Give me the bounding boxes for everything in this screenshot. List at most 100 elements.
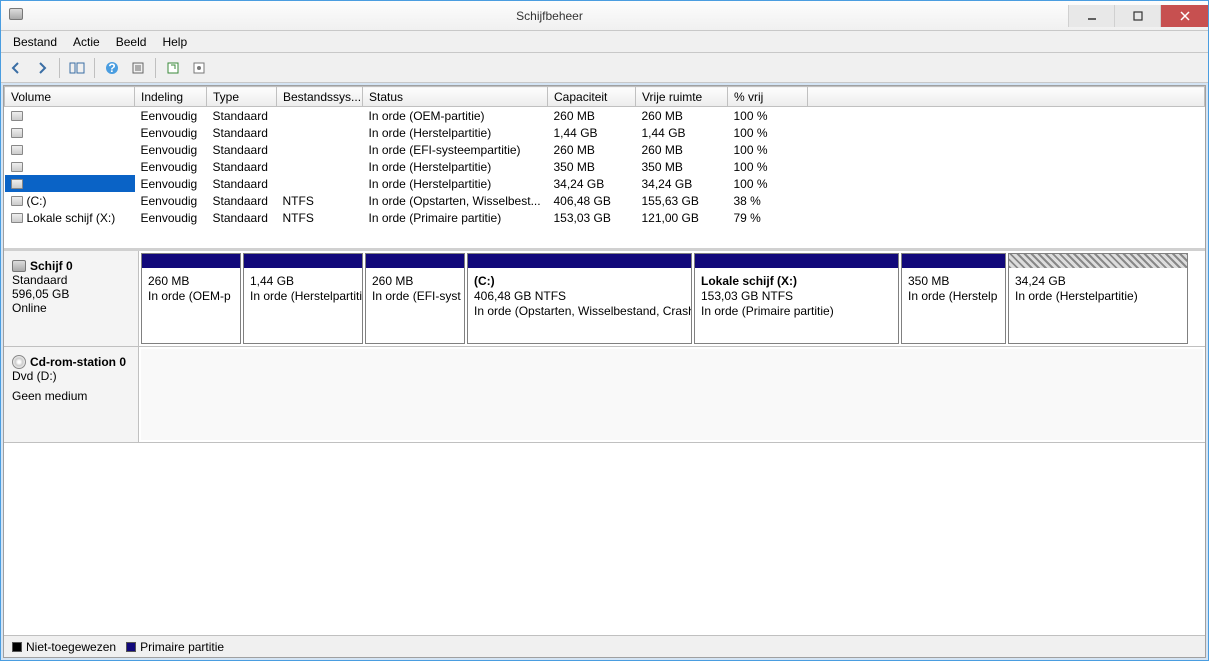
col-pct[interactable]: % vrij <box>728 87 808 107</box>
col-type[interactable]: Type <box>207 87 277 107</box>
volume-row[interactable]: EenvoudigStandaardIn orde (Herstelpartit… <box>5 175 1205 192</box>
app-icon <box>1 8 31 23</box>
partition-body: 1,44 GBIn orde (Herstelpartiti <box>244 268 362 306</box>
legend-unalloc-label: Niet-toegewezen <box>26 640 116 654</box>
partition-status: In orde (OEM-p <box>148 289 234 304</box>
cell-fs <box>277 141 363 158</box>
cell-pct: 38 % <box>728 192 808 209</box>
partition-size: 406,48 GB NTFS <box>474 289 685 304</box>
cell-layout: Eenvoudig <box>135 158 207 175</box>
close-button[interactable] <box>1160 5 1208 27</box>
cdrom-partitions <box>139 347 1205 442</box>
cell-free: 260 MB <box>636 141 728 158</box>
partition-status: In orde (Primaire partitie) <box>701 304 892 319</box>
cdrom-state: Geen medium <box>12 389 130 403</box>
toolbar-sep <box>94 58 95 78</box>
cell-fs <box>277 175 363 192</box>
partition[interactable]: Lokale schijf (X:)153,03 GB NTFSIn orde … <box>694 253 899 344</box>
settings-button[interactable] <box>188 57 210 79</box>
col-capacity[interactable]: Capaciteit <box>548 87 636 107</box>
toolbar-sep <box>59 58 60 78</box>
legend: Niet-toegewezen Primaire partitie <box>4 635 1205 657</box>
volume-row[interactable]: EenvoudigStandaardIn orde (Herstelpartit… <box>5 158 1205 175</box>
volume-row[interactable]: EenvoudigStandaardIn orde (EFI-systeempa… <box>5 141 1205 158</box>
cell-type: Standaard <box>207 192 277 209</box>
menu-action[interactable]: Actie <box>65 33 108 51</box>
cell-type: Standaard <box>207 209 277 226</box>
drive-icon <box>11 162 23 172</box>
disk-size: 596,05 GB <box>12 287 130 301</box>
legend-primary-label: Primaire partitie <box>140 640 224 654</box>
cell-status: In orde (Herstelpartitie) <box>363 158 548 175</box>
cell-free: 350 MB <box>636 158 728 175</box>
cell-free: 260 MB <box>636 107 728 125</box>
volume-row[interactable]: (C:)EenvoudigStandaardNTFSIn orde (Opsta… <box>5 192 1205 209</box>
cell-status: In orde (EFI-systeempartitie) <box>363 141 548 158</box>
partition[interactable]: 350 MBIn orde (Herstelp <box>901 253 1006 344</box>
cell-free: 34,24 GB <box>636 175 728 192</box>
drive-icon <box>11 213 23 223</box>
show-hide-console-button[interactable] <box>66 57 88 79</box>
cell-layout: Eenvoudig <box>135 107 207 125</box>
partition-body: 260 MBIn orde (EFI-syst <box>366 268 464 306</box>
cdrom-icon <box>12 355 26 369</box>
partition[interactable]: 34,24 GBIn orde (Herstelpartitie) <box>1008 253 1188 344</box>
graphical-pane[interactable]: Schijf 0 Standaard 596,05 GB Online 260 … <box>4 251 1205 635</box>
col-spacer <box>808 87 1205 107</box>
properties-button[interactable] <box>127 57 149 79</box>
cell-fs <box>277 158 363 175</box>
cell-pct: 100 % <box>728 141 808 158</box>
col-status[interactable]: Status <box>363 87 548 107</box>
minimize-button[interactable] <box>1068 5 1114 27</box>
partition-name: Lokale schijf (X:) <box>701 274 892 289</box>
volume-list-pane[interactable]: Volume Indeling Type Bestandssys... Stat… <box>4 86 1205 251</box>
volume-row[interactable]: EenvoudigStandaard In orde (OEM-partitie)… <box>5 107 1205 125</box>
cell-status: In orde (Herstelpartitie) <box>363 175 548 192</box>
volume-name-cell: Lokale schijf (X:) <box>5 209 135 226</box>
partition-body: Lokale schijf (X:)153,03 GB NTFSIn orde … <box>695 268 898 321</box>
cdrom-name: Cd-rom-station 0 <box>30 355 126 369</box>
disk-partitions: 260 MBIn orde (OEM-p1,44 GBIn orde (Hers… <box>139 251 1205 346</box>
menubar: Bestand Actie Beeld Help <box>1 31 1208 53</box>
titlebar: Schijfbeheer <box>1 1 1208 31</box>
cell-layout: Eenvoudig <box>135 209 207 226</box>
cell-type: Standaard <box>207 107 277 125</box>
col-layout[interactable]: Indeling <box>135 87 207 107</box>
cell-layout: Eenvoudig <box>135 175 207 192</box>
drive-icon <box>11 145 23 155</box>
partition-body: 260 MBIn orde (OEM-p <box>142 268 240 306</box>
forward-button[interactable] <box>31 57 53 79</box>
cell-status: In orde (OEM-partitie) <box>363 107 548 125</box>
partition[interactable]: 1,44 GBIn orde (Herstelpartiti <box>243 253 363 344</box>
menu-file[interactable]: Bestand <box>5 33 65 51</box>
partition[interactable]: 260 MBIn orde (EFI-syst <box>365 253 465 344</box>
cell-type: Standaard <box>207 124 277 141</box>
col-fs[interactable]: Bestandssys... <box>277 87 363 107</box>
volume-row[interactable]: EenvoudigStandaardIn orde (Herstelpartit… <box>5 124 1205 141</box>
volume-row[interactable]: Lokale schijf (X:)EenvoudigStandaardNTFS… <box>5 209 1205 226</box>
disk-label[interactable]: Schijf 0 Standaard 596,05 GB Online <box>4 251 139 346</box>
cell-layout: Eenvoudig <box>135 192 207 209</box>
refresh-button[interactable] <box>162 57 184 79</box>
menu-view[interactable]: Beeld <box>108 33 155 51</box>
disk-type: Standaard <box>12 273 130 287</box>
volume-name-cell <box>5 107 135 124</box>
cdrom-label[interactable]: Cd-rom-station 0 Dvd (D:) Geen medium <box>4 347 139 442</box>
partition-status: In orde (EFI-syst <box>372 289 458 304</box>
col-volume[interactable]: Volume <box>5 87 135 107</box>
col-free[interactable]: Vrije ruimte <box>636 87 728 107</box>
back-button[interactable] <box>5 57 27 79</box>
maximize-button[interactable] <box>1114 5 1160 27</box>
menu-help[interactable]: Help <box>154 33 195 51</box>
cell-status: In orde (Primaire partitie) <box>363 209 548 226</box>
partition[interactable]: (C:)406,48 GB NTFSIn orde (Opstarten, Wi… <box>467 253 692 344</box>
partition[interactable]: 260 MBIn orde (OEM-p <box>141 253 241 344</box>
cell-fs <box>277 107 363 125</box>
partition-header <box>695 254 898 268</box>
help-button[interactable]: ? <box>101 57 123 79</box>
legend-swatch-navy <box>126 642 136 652</box>
partition-body: (C:)406,48 GB NTFSIn orde (Opstarten, Wi… <box>468 268 691 321</box>
legend-swatch-black <box>12 642 22 652</box>
volume-name-cell <box>5 175 135 192</box>
cell-pct: 100 % <box>728 175 808 192</box>
